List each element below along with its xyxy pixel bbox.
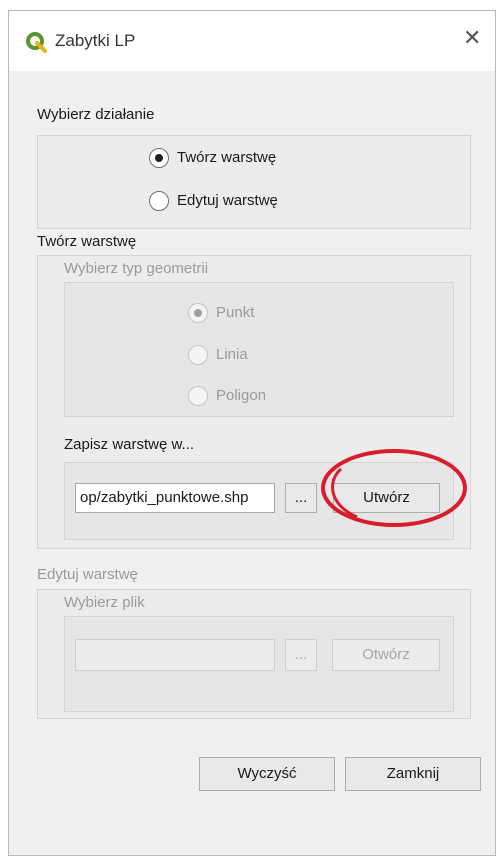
window-title: Zabytki LP [55,31,136,50]
edit-group-box: Wybierz plik ... Otwórz [37,589,471,719]
open-layer-button[interactable]: Otwórz [332,639,440,671]
radio-edit-layer-label[interactable]: Edytuj warstwę [177,192,278,209]
annotation-circle [321,449,467,527]
save-group-title: Zapisz warstwę w... [64,436,195,453]
radio-line[interactable] [188,345,208,365]
create-group-title: Twórz warstwę [37,233,137,250]
radio-create-layer-label[interactable]: Twórz warstwę [177,149,276,166]
radio-polygon[interactable] [188,386,208,406]
browse-edit-button[interactable]: ... [285,639,317,671]
radio-polygon-label[interactable]: Poligon [216,387,266,404]
action-group-title: Wybierz działanie [37,106,155,123]
edit-group-title: Edytuj warstwę [37,566,138,583]
radio-edit-layer[interactable] [149,191,169,211]
radio-create-layer[interactable] [149,148,169,168]
save-path-input[interactable]: op/zabytki_punktowe.shp [75,483,275,513]
geometry-group-title: Wybierz typ geometrii [64,260,209,277]
edit-path-input[interactable] [75,639,275,671]
title-bar: Zabytki LP ✕ [9,11,495,71]
file-group-title: Wybierz plik [64,594,145,611]
dialog-window: Zabytki LP ✕ Wybierz działanie Twórz war… [8,10,496,856]
qgis-logo-icon [26,32,47,53]
radio-line-label[interactable]: Linia [216,346,248,363]
file-group-box: ... Otwórz [64,616,454,712]
browse-save-button[interactable]: ... [285,483,317,513]
close-icon[interactable]: ✕ [463,27,481,49]
geometry-group-box: Punkt Linia Poligon [64,282,454,417]
radio-point[interactable] [188,303,208,323]
clear-button[interactable]: Wyczyść [199,757,335,791]
radio-point-label[interactable]: Punkt [216,304,254,321]
close-button[interactable]: Zamknij [345,757,481,791]
action-group-box: Twórz warstwę Edytuj warstwę [37,135,471,229]
